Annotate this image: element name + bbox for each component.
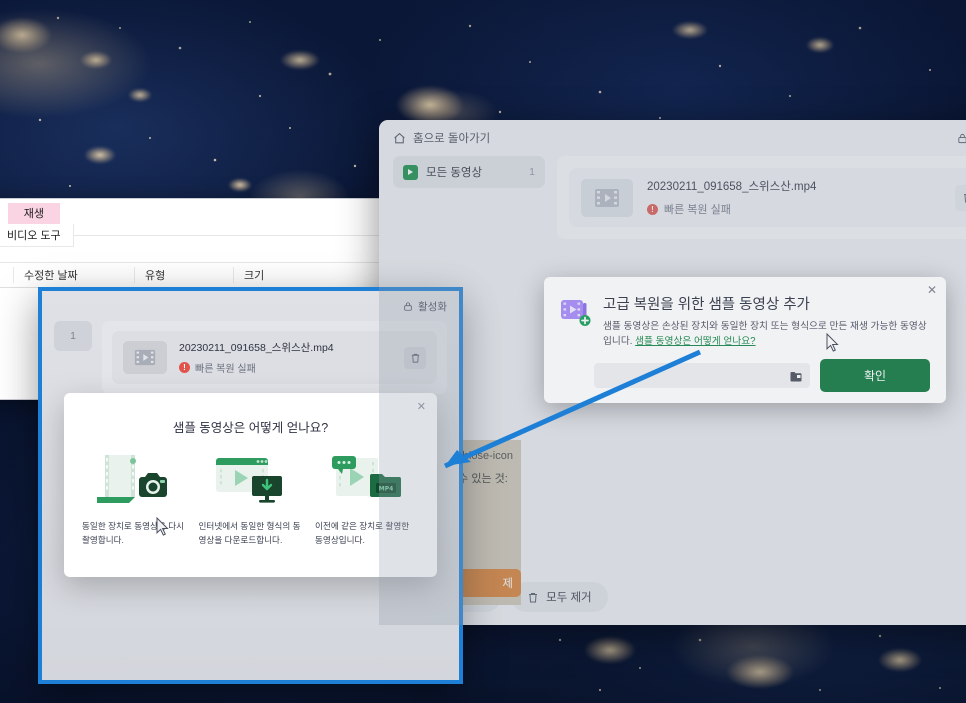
lock-icon (404, 301, 412, 311)
file-name: 20230211_091658_스위스산.mp4 (647, 181, 817, 193)
list-item[interactable]: 20230211_091658_스위스산.mp4 ! 빠른 복원 실패 (569, 168, 966, 227)
browser-download-icon-svg (215, 458, 282, 503)
home-icon (394, 132, 405, 143)
trash-icon (964, 193, 966, 203)
sidebar-item-count[interactable]: 1 (54, 321, 92, 351)
close-icon[interactable]: ✕ (417, 400, 426, 413)
close-icon[interactable]: close-icon (463, 450, 513, 462)
file-info: 20230211_091658_스위스산.mp4 ! 빠른 복원 실패 (179, 340, 334, 375)
activate-status[interactable]: 활성화 (957, 130, 966, 146)
dialog-header-row: 고급 복원을 위한 샘플 동영상 추가 샘플 동영상은 손상된 장치와 동일한 … (544, 277, 946, 349)
column-header-type[interactable]: 유형 (134, 267, 233, 283)
remove-all-label: 모두 제거 (546, 592, 592, 604)
explorer-column-headers[interactable]: ^ 수정한 날짜 유형 크기 (0, 263, 385, 288)
folder-mp4-icon: MP4 (315, 450, 419, 508)
delete-file-button[interactable] (955, 184, 966, 211)
option-caption: 인터넷에서 동일한 형식의 동영상을 다운로드합니다. (198, 521, 301, 545)
explorer-ribbon-tabs[interactable]: 유럽여행 재생 비디오 도구 (0, 199, 385, 247)
file-status-label: 빠른 복원 실패 (664, 204, 731, 216)
how-to-get-sample-dialog[interactable]: ✕ 샘플 동영상은 어떻게 얻나요? 동일한 장치로 동영상을 다시 촬영합니다… (64, 393, 437, 577)
file-status: ! 빠른 복원 실패 (647, 201, 816, 217)
column-header-size[interactable]: 크기 (233, 267, 328, 283)
explorer-tab-video-tools: 비디오 도구 (0, 224, 74, 247)
video-add-icon-svg (561, 300, 591, 326)
remove-all-button[interactable]: 모두 제거 (511, 582, 608, 612)
front-sidebar: 1 (54, 321, 92, 394)
close-icon[interactable]: ✕ (927, 283, 937, 297)
dialog-text: 고급 복원을 위한 샘플 동영상 추가 샘플 동영상은 손상된 장치와 동일한 … (603, 293, 930, 349)
folder-icon[interactable] (790, 369, 802, 387)
folder-badge-text: MP4 (379, 486, 394, 493)
option-caption: 이전에 같은 장치로 촬영한 동영상입니다. (315, 521, 410, 545)
sidebar-item-label: 모든 동영상 (426, 167, 483, 179)
trash-icon (529, 592, 538, 602)
activate-label: 활성화 (418, 300, 447, 313)
list-item[interactable]: 20230211_091658_스위스산.mp4 ! 빠른 복원 실패 (112, 331, 437, 384)
file-info: 20230211_091658_스위스산.mp4 ! 빠른 복원 실패 (647, 178, 816, 217)
sidebar: 모든 동영상 1 (393, 156, 545, 239)
filmstrip-camera-icon (82, 450, 186, 508)
dialog-description: 샘플 동영상은 손상된 장치와 동일한 장치 또는 형식으로 만든 재생 가능한… (603, 320, 930, 349)
browser-download-icon (199, 450, 303, 508)
dialog-footer: 확인 (544, 349, 946, 393)
back-window-topbar: 홈으로 돌아가기 활성화 (379, 120, 966, 156)
sidebar-item-count: 1 (529, 166, 535, 178)
lock-icon (958, 133, 966, 143)
trash-icon (411, 353, 419, 363)
video-film-icon (595, 188, 619, 207)
sample-path-input[interactable] (594, 363, 810, 389)
home-button[interactable]: 홈으로 돌아가기 (393, 130, 490, 146)
add-sample-video-dialog[interactable]: ✕ 고급 복원을 위한 샘플 동영상 추가 샘플 동영상은 손상된 장치와 동일… (544, 277, 946, 403)
file-status: ! 빠른 복원 실패 (179, 360, 334, 375)
confirm-button[interactable]: 확인 (820, 359, 930, 393)
option-caption: 동일한 장치로 동영상을 다시 촬영합니다. (82, 521, 185, 545)
option-record-again: 동일한 장치로 동영상을 다시 촬영합니다. (82, 450, 186, 548)
explorer-tab-play[interactable]: 재생 (7, 203, 60, 224)
file-name: 20230211_091658_스위스산.mp4 (179, 342, 334, 354)
option-download-internet: 인터넷에서 동일한 형식의 동영상을 다운로드합니다. (199, 450, 303, 548)
front-window-body: 1 20230211_091658_스위스산.mp4 ! 빠른 복원 실패 (42, 321, 459, 394)
play-square-icon (403, 164, 418, 180)
home-button-label: 홈으로 돌아가기 (413, 133, 491, 145)
option-previous-device: MP4 이전에 같은 장치로 촬영한 동영상입니다. (315, 450, 419, 548)
video-thumbnail (581, 178, 633, 217)
sidebar-item-all-videos[interactable]: 모든 동영상 1 (393, 156, 545, 188)
dialog-title: 고급 복원을 위한 샘플 동영상 추가 (603, 297, 810, 313)
dialog-title: 샘플 동영상은 어떻게 얻나요? (172, 421, 329, 435)
explorer-contextual-tab[interactable]: 재생 비디오 도구 (0, 203, 74, 247)
file-status-label: 빠른 복원 실패 (195, 364, 256, 375)
back-window-body: 모든 동영상 1 20230211_091658_스위스산.mp4 ! 빠른 복… (379, 156, 966, 239)
file-list-panel: 20230211_091658_스위스산.mp4 ! 빠른 복원 실패 (557, 156, 966, 239)
folder-icon-svg (790, 372, 802, 382)
video-film-icon (134, 349, 156, 366)
front-file-list-panel: 20230211_091658_스위스산.mp4 ! 빠른 복원 실패 (102, 321, 447, 394)
options-row: 동일한 장치로 동영상을 다시 촬영합니다. 인터넷에서 동일한 형식의 동영상… (64, 436, 437, 548)
folder-mp4-icon-svg: MP4 (332, 456, 401, 497)
video-thumbnail (123, 341, 167, 374)
error-icon: ! (647, 203, 658, 215)
front-window-topbar: 활성화 (42, 291, 459, 321)
delete-file-button[interactable] (404, 346, 426, 369)
video-add-icon (560, 298, 592, 328)
column-header-date[interactable]: 수정한 날짜 (13, 267, 134, 283)
how-to-get-sample-link[interactable]: 샘플 동영상은 어떻게 얻나요? (635, 336, 755, 347)
filmstrip-camera-icon-svg (97, 455, 167, 503)
error-icon: ! (179, 362, 190, 373)
